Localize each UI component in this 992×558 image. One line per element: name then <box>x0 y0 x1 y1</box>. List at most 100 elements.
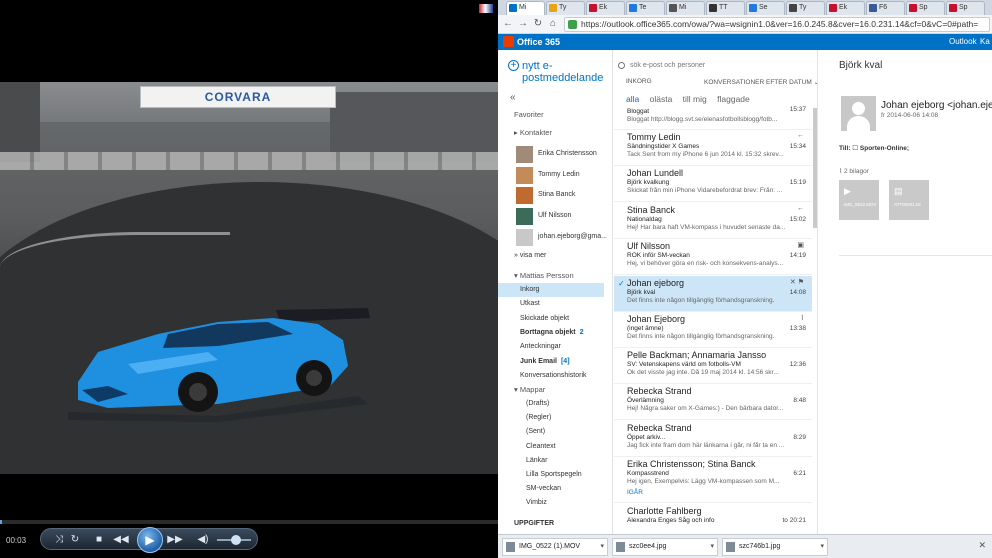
file-icon <box>726 542 735 552</box>
chevron-down-icon[interactable]: ▾ <box>600 539 604 555</box>
video-banner: CORVARA <box>140 86 336 108</box>
browser-tab[interactable]: Mi <box>506 1 545 15</box>
list-item[interactable]: Ulf Nilsson ROK inför SM-veckan Hej, vi be… <box>614 239 812 275</box>
folder-item[interactable]: Utkast <box>520 300 540 307</box>
previous-button[interactable]: ◀◀ <box>113 532 129 548</box>
list-item[interactable]: Rebecka Strand Öppet arkiv... Jag fick int… <box>614 421 812 457</box>
more-link[interactable]: IGÅR <box>627 489 643 496</box>
seek-bar[interactable] <box>0 520 498 524</box>
account-header[interactable]: ▾ Mattias Persson <box>514 271 574 280</box>
checkbox-icon[interactable]: ☐ <box>852 145 858 152</box>
browser-tab[interactable]: Ek <box>826 1 865 15</box>
tab-favicon-icon <box>709 4 717 12</box>
new-mail-button[interactable]: + nytt e-postmeddelande <box>508 60 608 84</box>
forward-icon[interactable]: → <box>516 17 530 31</box>
search-input[interactable]: sök e-post och personer <box>618 60 814 72</box>
list-item[interactable]: Rebecka Strand Överlämning Hej! Några sake… <box>614 384 812 420</box>
tasks-link[interactable]: UPPGIFTER <box>514 520 554 527</box>
filter-flagged[interactable]: flaggade <box>717 94 750 104</box>
subfolder-item[interactable]: Lilla Sportspegeln <box>526 471 582 478</box>
mute-icon[interactable]: ◀) <box>195 532 211 548</box>
message-time: 12:36 <box>789 361 806 368</box>
video-frame[interactable]: CORVARA <box>0 82 498 474</box>
folder-item[interactable]: Skickade objekt <box>520 315 569 322</box>
message-status-icon: ▣ <box>797 242 804 249</box>
seek-bar-fill <box>0 520 2 524</box>
list-item[interactable]: Pelle Backman; Annamaria Jansso SV: Veten… <box>614 348 812 384</box>
play-button[interactable]: ▶ <box>137 527 163 553</box>
download-item[interactable]: szc746b1.jpg ▾ <box>722 538 828 556</box>
contacts-header[interactable]: ▸ Kontakter <box>514 128 552 137</box>
volume-knob[interactable] <box>230 535 241 545</box>
message-time: 13:38 <box>789 325 806 332</box>
list-item[interactable]: Tommy Ledin Sändningstider X Games Tack Se… <box>614 130 812 166</box>
back-icon[interactable]: ← <box>501 17 515 31</box>
tab-favicon-icon <box>749 4 757 12</box>
nav-calendar[interactable]: Ka <box>980 34 990 50</box>
download-item[interactable]: IMG_0522 (1).MOV ▾ <box>502 538 608 556</box>
recipient-name[interactable]: Sporten-Online; <box>860 145 909 152</box>
list-item[interactable]: Johan Lundell Björk kvalkung Skickat från … <box>614 166 812 202</box>
subfolder-item[interactable]: Vimbiz <box>526 499 547 506</box>
favorites-header[interactable]: Favoriter <box>514 110 544 119</box>
message-time: 6:21 <box>793 470 806 477</box>
subfolder-item[interactable]: SM-veckan <box>526 485 561 492</box>
sender-name[interactable]: Johan ejeborg <johan.ejeb <box>881 100 992 111</box>
address-bar[interactable]: https://outlook.office365.com/owa/?wa=ws… <box>564 17 990 32</box>
repeat-icon[interactable]: ↻ <box>67 532 83 548</box>
browser-tab[interactable]: F6 <box>866 1 905 15</box>
filter-unread[interactable]: olästa <box>650 94 673 104</box>
browser-tab[interactable]: Te <box>626 1 665 15</box>
message-sender: Rebecka Strand <box>627 423 692 433</box>
list-item[interactable]: Stina Banck Nationaldag Hej! Har bara haft… <box>614 203 812 239</box>
unread-count: [4] <box>560 357 570 365</box>
reload-icon[interactable]: ↻ <box>531 17 545 31</box>
message-sender: Erika Christensson; Stina Banck <box>627 459 756 469</box>
filter-all[interactable]: alla <box>626 94 639 104</box>
list-item[interactable]: Bloggat Bloggat http://blogg.svt.se/elena… <box>614 106 812 130</box>
folders-header[interactable]: ▾ Mappar <box>514 385 545 394</box>
sort-dropdown[interactable]: KONVERSATIONER EFTER DATUM ⌄ <box>704 78 817 86</box>
attachment-video[interactable]: ▶ IMG_0522.MOV <box>839 180 879 220</box>
stop-button[interactable]: ■ <box>91 532 107 548</box>
shuffle-icon[interactable]: ⤨ <box>51 532 67 548</box>
show-more-link[interactable]: » visa mer <box>514 252 546 259</box>
next-button[interactable]: ▶▶ <box>167 532 183 548</box>
subfolder-item[interactable]: Cleantext <box>526 443 556 450</box>
close-icon[interactable]: ✕ <box>978 540 986 551</box>
home-icon[interactable]: ⌂ <box>546 17 560 31</box>
browser-tab[interactable]: Sp <box>946 1 985 15</box>
browser-tab[interactable]: Sp <box>906 1 945 15</box>
attachment-text[interactable]: ▤ ATT00001.txt <box>889 180 929 220</box>
browser-tab[interactable]: Se <box>746 1 785 15</box>
list-item[interactable]: Johan Ejeborg (inget ämne) Det finns inte … <box>614 312 812 348</box>
subfolder-item[interactable]: (Regler) <box>526 414 551 421</box>
collapse-pane-icon[interactable]: « <box>510 92 516 103</box>
list-scrollbar[interactable] <box>813 108 817 228</box>
chevron-down-icon[interactable]: ▾ <box>820 539 824 555</box>
browser-tab[interactable]: Ty <box>786 1 825 15</box>
subfolder-item[interactable]: (Sent) <box>526 428 545 435</box>
subfolder-item[interactable]: (Drafts) <box>526 400 549 407</box>
folder-item[interactable]: Konversationshistorik <box>520 372 587 379</box>
folder-item[interactable]: Inkorg <box>520 286 539 293</box>
browser-tab[interactable]: Ek <box>586 1 625 15</box>
filter-tabs: alla olästa till mig flaggade <box>626 94 758 104</box>
folder-item[interactable]: Anteckningar <box>520 343 561 350</box>
search-icon <box>618 62 625 69</box>
tab-favicon-icon <box>549 4 557 12</box>
chevron-down-icon[interactable]: ▾ <box>710 539 714 555</box>
message-status-icon: ← <box>797 132 804 139</box>
folder-item[interactable]: Borttagna objekt 2 <box>520 329 584 336</box>
message-time: 14:19 <box>789 252 806 259</box>
subfolder-item[interactable]: Länkar <box>526 457 547 464</box>
filter-to-me[interactable]: till mig <box>683 94 707 104</box>
list-item[interactable]: Erika Christensson; Stina Banck Kompasstr… <box>614 457 812 503</box>
checkmark-icon[interactable]: ✓ <box>618 279 625 288</box>
browser-tab[interactable]: Ty <box>546 1 585 15</box>
folder-item[interactable]: Junk Email [4] <box>520 358 570 365</box>
download-item[interactable]: szc0ee4.jpg ▾ <box>612 538 718 556</box>
browser-tab[interactable]: Mi <box>666 1 705 15</box>
browser-tab[interactable]: TT <box>706 1 745 15</box>
list-item[interactable]: ✓ Johan ejeborg Björk kval Det finns inte n… <box>614 276 812 312</box>
